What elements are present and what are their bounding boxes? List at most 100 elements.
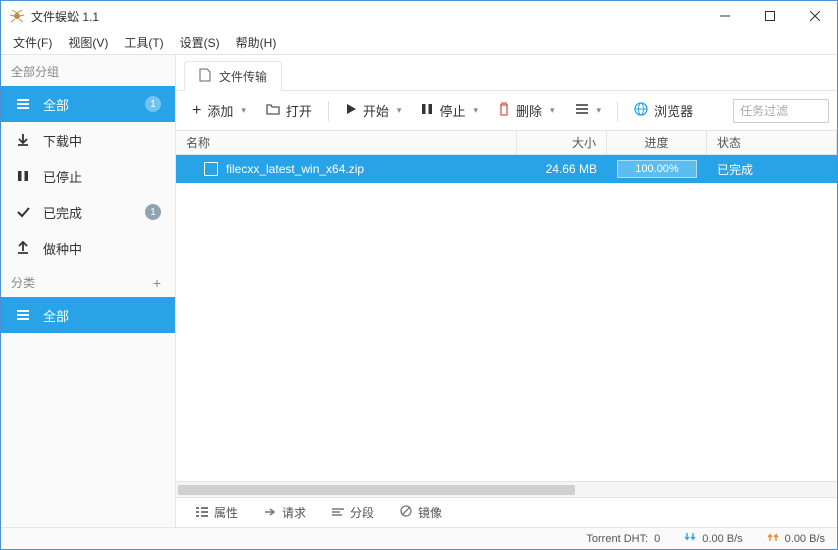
sidebar-categories-title: 分类 + xyxy=(1,266,175,297)
sidebar-badge: 1 xyxy=(145,204,161,220)
categories-label: 分类 xyxy=(11,274,35,291)
filter-input[interactable]: 任务过滤 xyxy=(733,99,829,123)
add-category-button[interactable]: + xyxy=(149,275,165,291)
minimize-button[interactable] xyxy=(702,1,747,31)
file-size: 24.66 MB xyxy=(517,162,607,176)
tabs-row: 文件传输 xyxy=(176,55,837,91)
chevron-down-icon: ▾ xyxy=(473,105,478,116)
col-size[interactable]: 大小 xyxy=(517,131,607,154)
btab-label: 分段 xyxy=(350,504,374,521)
check-icon xyxy=(15,205,31,219)
sidebar-badge: 1 xyxy=(145,96,161,112)
down-arrows-icon xyxy=(684,531,696,546)
open-button[interactable]: 打开 xyxy=(258,97,320,125)
start-button[interactable]: 开始 ▾ xyxy=(337,97,410,125)
dht-value: 0 xyxy=(654,533,660,545)
list-icon xyxy=(196,506,208,520)
tab-label: 文件传输 xyxy=(219,68,267,85)
file-progress-cell: 100.00% xyxy=(607,160,707,178)
pause-icon xyxy=(421,103,433,118)
btab-label: 镜像 xyxy=(418,504,442,521)
main-panel: 文件传输 + 添加 ▾ 打开 开始 ▾ 停止 ▾ xyxy=(176,55,837,527)
stop-button[interactable]: 停止 ▾ xyxy=(413,97,486,125)
sidebar-item-seeding[interactable]: 做种中 xyxy=(1,230,175,266)
chevron-down-icon: ▾ xyxy=(241,105,246,116)
sidebar-item-label: 已停止 xyxy=(43,167,82,186)
hamburger-icon xyxy=(15,97,31,111)
stop-label: 停止 xyxy=(439,101,465,120)
grid-header: 名称 大小 进度 状态 xyxy=(176,131,837,155)
sidebar-item-label: 下载中 xyxy=(43,131,82,150)
sidebar-groups-title: 全部分组 xyxy=(1,55,175,86)
grid-body[interactable]: filecxx_latest_win_x64.zip 24.66 MB 100.… xyxy=(176,155,837,481)
menu-settings[interactable]: 设置(S) xyxy=(174,32,226,53)
statusbar: Torrent DHT: 0 0.00 B/s 0.00 B/s xyxy=(1,527,837,549)
btab-request[interactable]: 请求 xyxy=(254,500,316,525)
menu-help[interactable]: 帮助(H) xyxy=(230,32,283,53)
sidebar-item-completed[interactable]: 已完成 1 xyxy=(1,194,175,230)
download-icon xyxy=(15,133,31,147)
add-label: 添加 xyxy=(207,101,233,120)
scrollbar-thumb[interactable] xyxy=(178,485,575,495)
delete-button[interactable]: 删除 ▾ xyxy=(490,97,563,125)
down-speed: 0.00 B/s xyxy=(702,533,742,545)
chevron-down-icon: ▾ xyxy=(550,105,555,116)
hamburger-icon xyxy=(15,308,31,322)
pause-icon xyxy=(15,169,31,183)
hamburger-icon xyxy=(575,103,589,118)
col-name[interactable]: 名称 xyxy=(176,131,517,154)
add-button[interactable]: + 添加 ▾ xyxy=(184,97,254,125)
menubar: 文件(F) 视图(V) 工具(T) 设置(S) 帮助(H) xyxy=(1,31,837,55)
col-status[interactable]: 状态 xyxy=(707,131,837,154)
sidebar-item-stopped[interactable]: 已停止 xyxy=(1,158,175,194)
chevron-down-icon: ▾ xyxy=(397,105,402,116)
close-button[interactable] xyxy=(792,1,837,31)
toolbar: + 添加 ▾ 打开 开始 ▾ 停止 ▾ 删除 ▾ xyxy=(176,91,837,131)
arrow-right-icon xyxy=(264,506,276,520)
btab-mirror[interactable]: 镜像 xyxy=(390,500,452,525)
col-progress[interactable]: 进度 xyxy=(607,131,707,154)
btab-label: 属性 xyxy=(214,504,238,521)
start-label: 开始 xyxy=(363,101,389,120)
sidebar-item-downloading[interactable]: 下载中 xyxy=(1,122,175,158)
open-label: 打开 xyxy=(286,101,312,120)
menu-tools[interactable]: 工具(T) xyxy=(118,32,169,53)
sidebar-item-all[interactable]: 全部 1 xyxy=(1,86,175,122)
upload-icon xyxy=(15,241,31,255)
separator xyxy=(617,101,618,121)
more-button[interactable]: ▾ xyxy=(567,97,610,125)
filter-placeholder: 任务过滤 xyxy=(740,102,788,119)
progress-bar: 100.00% xyxy=(617,160,697,178)
table-row[interactable]: filecxx_latest_win_x64.zip 24.66 MB 100.… xyxy=(176,155,837,183)
maximize-button[interactable] xyxy=(747,1,792,31)
tab-transfers[interactable]: 文件传输 xyxy=(184,61,282,91)
menu-file[interactable]: 文件(F) xyxy=(7,32,58,53)
sidebar-item-label: 全部 xyxy=(43,95,69,114)
browser-button[interactable]: 浏览器 xyxy=(626,97,701,125)
file-icon xyxy=(204,162,218,176)
bottom-tabs: 属性 请求 分段 镜像 xyxy=(176,497,837,527)
segments-icon xyxy=(332,506,344,520)
file-status: 已完成 xyxy=(707,161,837,178)
chevron-down-icon: ▾ xyxy=(597,105,602,116)
trash-icon xyxy=(498,102,510,119)
separator xyxy=(328,101,329,121)
menu-view[interactable]: 视图(V) xyxy=(62,32,114,53)
status-up-speed: 0.00 B/s xyxy=(767,531,825,546)
btab-properties[interactable]: 属性 xyxy=(186,500,248,525)
horizontal-scrollbar[interactable] xyxy=(176,481,837,497)
sidebar-item-label: 全部 xyxy=(43,306,69,325)
sidebar-category-all[interactable]: 全部 xyxy=(1,297,175,333)
window-title: 文件蜈蚣 1.1 xyxy=(31,8,702,25)
app-icon xyxy=(9,8,25,24)
status-dht: Torrent DHT: 0 xyxy=(586,533,660,545)
globe-icon xyxy=(634,102,648,119)
btab-label: 请求 xyxy=(282,504,306,521)
play-icon xyxy=(345,103,357,118)
file-icon xyxy=(199,68,211,85)
circle-slash-icon xyxy=(400,505,412,520)
btab-segments[interactable]: 分段 xyxy=(322,500,384,525)
sidebar: 全部分组 全部 1 下载中 已停止 已完成 1 做种中 分类 + xyxy=(1,55,176,527)
up-arrows-icon xyxy=(767,531,779,546)
sidebar-item-label: 做种中 xyxy=(43,239,82,258)
